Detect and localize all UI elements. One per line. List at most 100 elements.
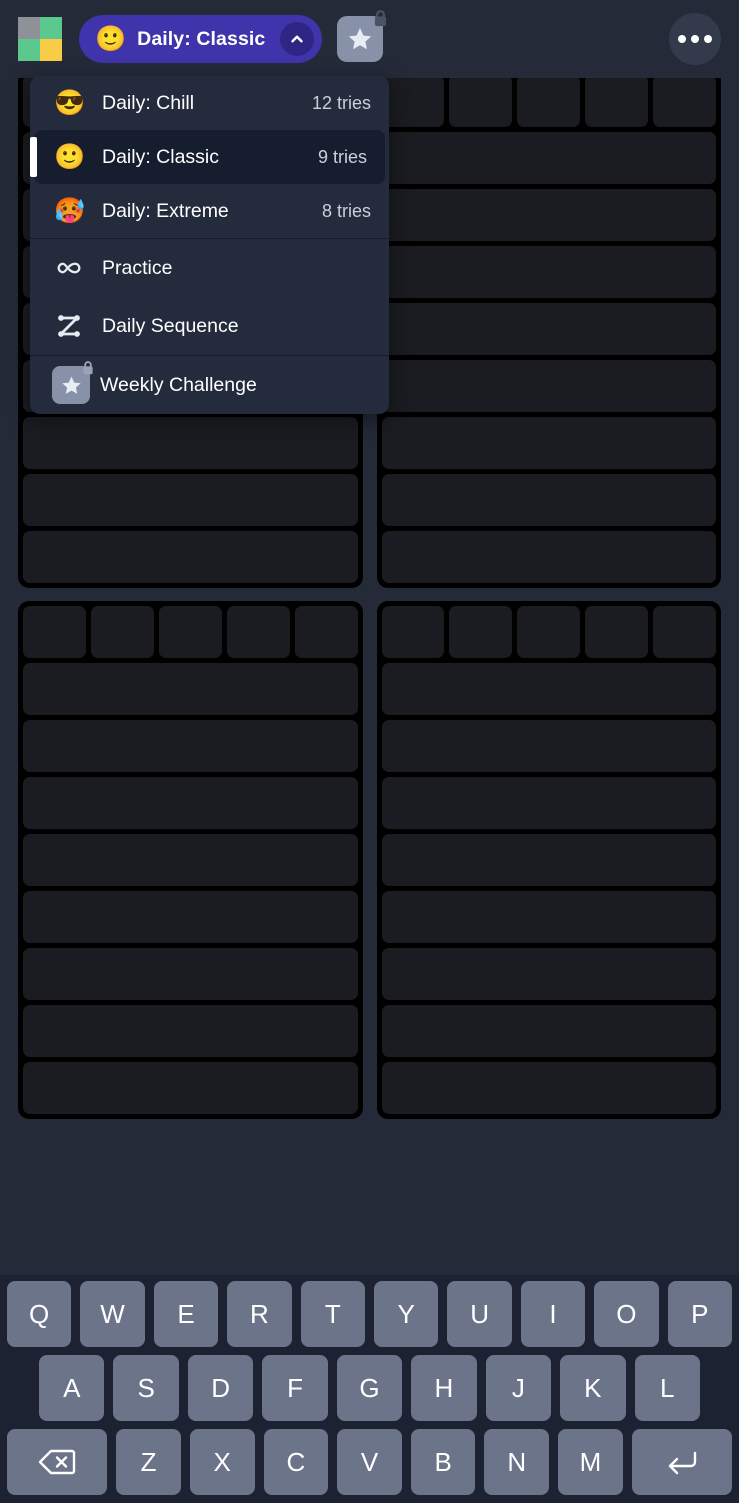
board-cell bbox=[585, 75, 649, 127]
board-row-bar bbox=[381, 474, 716, 526]
menu-item-label: Daily: Classic bbox=[102, 145, 220, 168]
key-b[interactable]: B bbox=[410, 1429, 476, 1495]
board-cell bbox=[226, 606, 290, 658]
board-row-bar bbox=[381, 720, 716, 772]
key-w[interactable]: W bbox=[80, 1281, 145, 1347]
board-row-bar bbox=[381, 777, 716, 829]
board-row-bar bbox=[381, 360, 716, 412]
logo-tile bbox=[18, 39, 40, 61]
board-row-bar bbox=[23, 531, 358, 583]
board-cell bbox=[23, 606, 86, 658]
key-k[interactable]: K bbox=[560, 1355, 626, 1421]
board-row-bar bbox=[381, 246, 716, 298]
key-g[interactable]: G bbox=[336, 1355, 403, 1421]
mode-emoji-icon: 🙂 bbox=[95, 24, 127, 53]
board-letter-row bbox=[23, 606, 358, 658]
key-o[interactable]: O bbox=[594, 1281, 659, 1347]
key-q[interactable]: Q bbox=[6, 1281, 72, 1347]
menu-item-tries: 8 tries bbox=[321, 200, 371, 221]
board-cell bbox=[381, 75, 445, 127]
menu-item-daily-sequence[interactable]: Daily Sequence bbox=[30, 297, 389, 355]
infinity-icon bbox=[54, 259, 84, 277]
key-i[interactable]: I bbox=[520, 1281, 586, 1347]
board-row-bar bbox=[381, 132, 716, 184]
board-top-right[interactable] bbox=[376, 70, 721, 588]
board-letter-row bbox=[381, 75, 717, 127]
keyboard-row-2: A S D F G H J K L bbox=[4, 1355, 735, 1421]
key-j[interactable]: J bbox=[485, 1355, 552, 1421]
key-y[interactable]: Y bbox=[374, 1281, 439, 1347]
board-row-bar bbox=[23, 1005, 358, 1057]
menu-item-daily-extreme[interactable]: 🥵 Daily: Extreme 8 tries bbox=[30, 184, 389, 238]
key-s[interactable]: S bbox=[113, 1355, 179, 1421]
lock-icon bbox=[83, 361, 93, 375]
more-dot bbox=[704, 35, 712, 43]
menu-item-practice[interactable]: Practice bbox=[30, 239, 389, 297]
weekly-challenge-button[interactable] bbox=[337, 10, 387, 62]
key-c[interactable]: C bbox=[263, 1429, 329, 1495]
menu-item-label: Practice bbox=[102, 256, 173, 279]
key-e[interactable]: E bbox=[153, 1281, 219, 1347]
board-row-bar bbox=[381, 1062, 716, 1114]
board-bottom-left[interactable] bbox=[18, 601, 363, 1119]
zigzag-z-icon bbox=[54, 314, 84, 338]
key-u[interactable]: U bbox=[447, 1281, 512, 1347]
board-bottom-right[interactable] bbox=[376, 601, 721, 1119]
board-cell bbox=[158, 606, 222, 658]
board-row-bar bbox=[381, 948, 716, 1000]
app-logo[interactable] bbox=[18, 17, 62, 61]
more-dot bbox=[678, 35, 686, 43]
board-row-bar bbox=[381, 1005, 716, 1057]
board-row-bar bbox=[23, 948, 358, 1000]
board-cell bbox=[449, 606, 513, 658]
mode-dropdown-menu[interactable]: 😎 Daily: Chill 12 tries 🙂 Daily: Classic… bbox=[30, 76, 389, 414]
board-row-bar bbox=[23, 720, 358, 772]
logo-tile bbox=[40, 17, 62, 39]
board-row-bar bbox=[23, 1062, 358, 1114]
more-options-button[interactable] bbox=[669, 13, 721, 65]
logo-tile bbox=[40, 39, 62, 61]
key-v[interactable]: V bbox=[337, 1429, 402, 1495]
menu-group-extras: Practice Daily Sequence bbox=[30, 238, 389, 355]
board-row-bar bbox=[23, 474, 358, 526]
enter-icon bbox=[668, 1451, 697, 1475]
key-p[interactable]: P bbox=[667, 1281, 733, 1347]
key-d[interactable]: D bbox=[187, 1355, 254, 1421]
more-dot bbox=[691, 35, 699, 43]
key-a[interactable]: A bbox=[39, 1355, 105, 1421]
menu-item-label: Daily: Extreme bbox=[102, 199, 229, 222]
lock-icon bbox=[375, 10, 387, 27]
menu-item-label: Daily: Chill bbox=[102, 91, 195, 114]
backspace-icon bbox=[38, 1449, 76, 1475]
board-cell bbox=[517, 606, 581, 658]
menu-item-tries: 12 tries bbox=[311, 92, 371, 113]
key-l[interactable]: L bbox=[634, 1355, 700, 1421]
weekly-challenge-icon-tile bbox=[52, 361, 93, 404]
key-enter[interactable] bbox=[631, 1429, 733, 1495]
board-letter-row bbox=[381, 606, 717, 658]
key-m[interactable]: M bbox=[558, 1429, 623, 1495]
menu-group-daily-modes: 😎 Daily: Chill 12 tries 🙂 Daily: Classic… bbox=[30, 76, 389, 238]
board-row-bottom bbox=[0, 601, 739, 1119]
menu-item-weekly-challenge[interactable]: Weekly Challenge bbox=[30, 356, 389, 414]
key-z[interactable]: Z bbox=[116, 1429, 181, 1495]
on-screen-keyboard[interactable]: Q W E R T Y U I O P A S D F G H J K L Z … bbox=[0, 1275, 739, 1503]
key-n[interactable]: N bbox=[484, 1429, 550, 1495]
slight-smile-face-icon: 🙂 bbox=[54, 142, 86, 171]
key-x[interactable]: X bbox=[189, 1429, 255, 1495]
key-t[interactable]: T bbox=[300, 1281, 365, 1347]
key-h[interactable]: H bbox=[411, 1355, 477, 1421]
keyboard-row-3: Z X C V B N M bbox=[4, 1429, 735, 1495]
key-backspace[interactable] bbox=[6, 1429, 108, 1495]
menu-item-daily-chill[interactable]: 😎 Daily: Chill 12 tries bbox=[30, 76, 389, 130]
chevron-up-icon[interactable] bbox=[280, 22, 315, 56]
mode-selector-button[interactable]: 🙂 Daily: Classic bbox=[79, 15, 323, 63]
mode-selector-label: Daily: Classic bbox=[137, 27, 266, 50]
menu-item-daily-classic[interactable]: 🙂 Daily: Classic 9 tries bbox=[30, 130, 385, 184]
menu-item-label: Daily Sequence bbox=[102, 314, 239, 337]
board-row-bar bbox=[381, 189, 716, 241]
sunglasses-face-icon: 😎 bbox=[54, 88, 86, 117]
key-r[interactable]: R bbox=[227, 1281, 292, 1347]
board-row-bar bbox=[381, 303, 716, 355]
key-f[interactable]: F bbox=[262, 1355, 328, 1421]
